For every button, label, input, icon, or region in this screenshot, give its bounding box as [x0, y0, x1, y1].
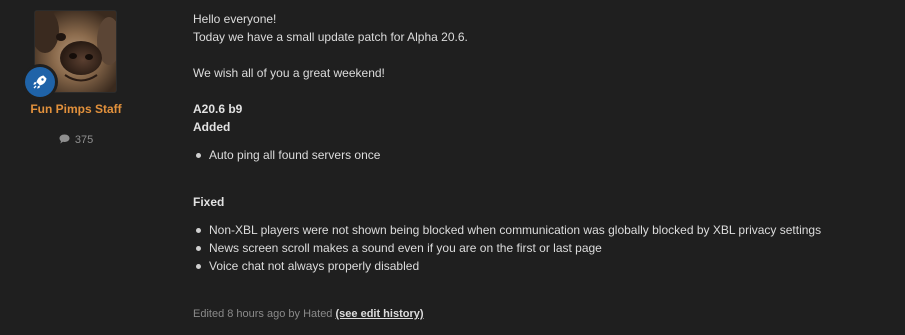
post-intro: Today we have a small update patch for A… — [193, 30, 468, 44]
post-greeting: Hello everyone! — [193, 12, 277, 26]
fixed-list-item: Voice chat not always properly disabled — [195, 259, 420, 273]
added-list-item: Auto ping all found servers once — [195, 148, 381, 162]
fixed-list-item: Non-XBL players were not shown being blo… — [195, 223, 822, 237]
edit-info: Edited 8 hours ago by Hated (see edit hi… — [193, 305, 424, 323]
author-name[interactable]: Fun Pimps Staff — [0, 102, 152, 116]
post-author-panel: Fun Pimps Staff 375 — [0, 0, 152, 335]
post-count-value: 375 — [74, 134, 94, 146]
edited-text: Edited 8 hours ago by Hated — [193, 308, 333, 320]
edit-history-link[interactable]: (see edit history) — [336, 308, 424, 320]
post-weekend-wish: We wish all of you a great weekend! — [193, 66, 385, 80]
version-heading: A20.6 b9 — [193, 102, 243, 116]
added-heading: Added — [193, 120, 231, 134]
fixed-heading: Fixed — [193, 195, 225, 209]
staff-badge[interactable] — [25, 67, 55, 97]
fixed-list-item: News screen scroll makes a sound even if… — [196, 241, 602, 255]
post-count: 375 — [0, 134, 152, 146]
speech-bubble-icon — [59, 134, 70, 144]
avatar-container — [25, 11, 116, 97]
rocket-icon — [33, 75, 47, 89]
